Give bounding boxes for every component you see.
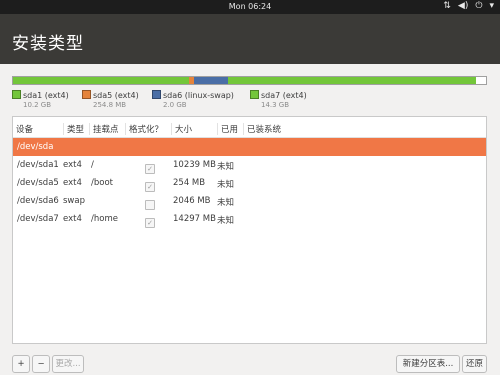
cell-type: ext4	[63, 160, 82, 170]
column-header-size[interactable]: 大小	[171, 123, 192, 135]
cell-mount: /boot	[91, 178, 113, 188]
legend-size: 2.0 GB	[163, 101, 187, 109]
volume-icon[interactable]: ◀)	[458, 1, 468, 11]
check-icon: ✓	[145, 164, 155, 174]
cell-size: 2046 MB	[173, 196, 211, 206]
cell-used: 未知	[217, 180, 235, 190]
legend-name: sda6 (linux-swap)	[163, 91, 234, 100]
table-row[interactable]: /dev/sda7 ext4 /home ✓ 14297 MB 未知	[13, 210, 486, 228]
legend-name: sda5 (ext4)	[93, 91, 139, 100]
legend-item: sda7 (ext4) 14.3 GB	[250, 90, 307, 109]
network-icon[interactable]: ⇅	[443, 1, 451, 11]
cell-size: 14297 MB	[173, 214, 216, 224]
legend-size: 10.2 GB	[23, 101, 52, 109]
window-header: 安装类型	[0, 14, 500, 64]
legend-swatch	[250, 90, 259, 99]
change-partition-button[interactable]: 更改...	[52, 355, 84, 373]
cell-device: /dev/sda5	[17, 178, 59, 188]
legend-swatch	[152, 90, 161, 99]
cell-used: 未知	[217, 216, 235, 226]
top-panel: Mon 06:24 ⇅ ◀) ⏻ ▾	[0, 0, 500, 14]
column-header-device[interactable]: 设备	[13, 123, 33, 135]
disk-device: /dev/sda	[17, 142, 54, 152]
cell-type: swap	[63, 196, 85, 206]
column-header-mount[interactable]: 挂载点	[89, 123, 119, 135]
cell-mount: /	[91, 160, 94, 170]
remove-partition-button[interactable]: −	[32, 355, 50, 373]
new-partition-table-button[interactable]: 新建分区表...	[396, 355, 460, 373]
table-row[interactable]: /dev/sda5 ext4 /boot ✓ 254 MB 未知	[13, 174, 486, 192]
legend-swatch	[12, 90, 21, 99]
table-row[interactable]: /dev/sda6 swap 2046 MB 未知	[13, 192, 486, 210]
disk-usage-bar	[12, 76, 487, 85]
legend-name: sda1 (ext4)	[23, 91, 69, 100]
cell-type: ext4	[63, 178, 82, 188]
legend-size: 14.3 GB	[261, 101, 290, 109]
column-header-format[interactable]: 格式化？	[125, 123, 163, 135]
column-header-used[interactable]: 已用	[217, 123, 238, 135]
legend-swatch	[82, 90, 91, 99]
table-header: 设备 类型 挂载点 格式化？ 大小 已用 已装系统	[13, 117, 486, 138]
check-icon	[145, 200, 155, 210]
cell-device: /dev/sda7	[17, 214, 59, 224]
partition-table[interactable]: 设备 类型 挂载点 格式化？ 大小 已用 已装系统 /dev/sda /dev/…	[12, 116, 487, 344]
system-tray[interactable]: ⇅ ◀) ⏻ ▾	[443, 1, 494, 11]
legend-size: 254.8 MB	[93, 101, 127, 109]
cell-size: 10239 MB	[173, 160, 216, 170]
check-icon: ✓	[145, 182, 155, 192]
power-icon[interactable]: ⏻	[475, 1, 482, 11]
segment-sda6	[193, 77, 229, 84]
cell-device: /dev/sda6	[17, 196, 59, 206]
cell-size: 254 MB	[173, 178, 206, 188]
legend-item: sda5 (ext4) 254.8 MB	[82, 90, 139, 109]
table-row-disk[interactable]: /dev/sda	[13, 138, 486, 156]
column-header-system[interactable]: 已装系统	[243, 123, 281, 135]
table-row[interactable]: /dev/sda1 ext4 / ✓ 10239 MB 未知	[13, 156, 486, 174]
add-partition-button[interactable]: +	[12, 355, 30, 373]
segment-free	[476, 77, 486, 84]
segment-sda1	[13, 77, 190, 84]
clock[interactable]: Mon 06:24	[0, 2, 500, 11]
chevron-down-icon[interactable]: ▾	[489, 1, 494, 11]
cell-mount: /home	[91, 214, 118, 224]
legend-item: sda6 (linux-swap) 2.0 GB	[152, 90, 234, 109]
cell-type: ext4	[63, 214, 82, 224]
segment-sda7	[228, 77, 477, 84]
cell-used: 未知	[217, 198, 235, 208]
cell-device: /dev/sda1	[17, 160, 59, 170]
page-title: 安装类型	[12, 34, 84, 54]
column-header-type[interactable]: 类型	[63, 123, 84, 135]
revert-button[interactable]: 还原	[462, 355, 487, 373]
legend-item: sda1 (ext4) 10.2 GB	[12, 90, 69, 109]
legend-name: sda7 (ext4)	[261, 91, 307, 100]
cell-used: 未知	[217, 162, 235, 172]
check-icon: ✓	[145, 218, 155, 228]
